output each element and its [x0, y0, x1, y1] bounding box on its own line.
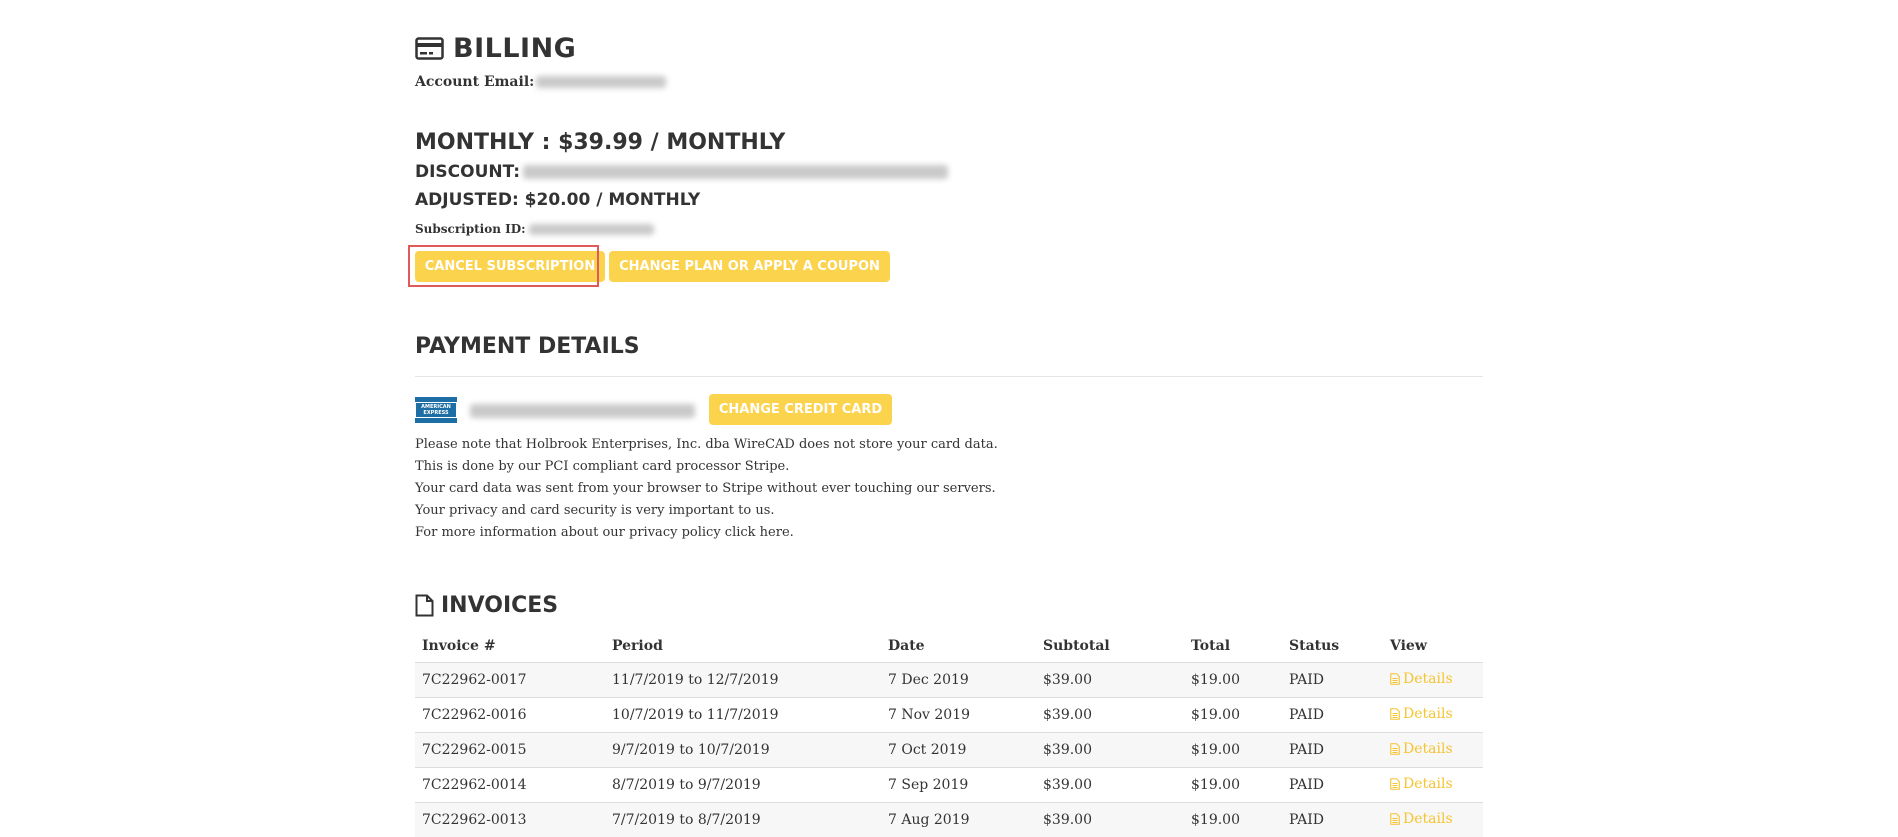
card-number-redacted [470, 404, 695, 418]
table-row: 7C22962-0014 8/7/2019 to 9/7/2019 7 Sep … [415, 768, 1483, 803]
divider [415, 376, 1483, 377]
file-icon [1390, 813, 1400, 825]
account-email-value-redacted [536, 76, 666, 88]
details-label: Details [1403, 706, 1453, 722]
discount-label: DISCOUNT: [415, 162, 520, 182]
file-icon [1390, 673, 1400, 685]
invoice-total: $19.00 [1184, 698, 1282, 733]
invoice-period: 11/7/2019 to 12/7/2019 [605, 663, 881, 698]
amex-logo-text: AMERICAN EXPRESS [415, 402, 457, 418]
invoice-period: 9/7/2019 to 10/7/2019 [605, 733, 881, 768]
table-row: 7C22962-0015 9/7/2019 to 10/7/2019 7 Oct… [415, 733, 1483, 768]
amex-card-logo: AMERICAN EXPRESS [415, 397, 457, 423]
invoice-subtotal: $39.00 [1036, 768, 1184, 803]
invoice-number: 7C22962-0017 [415, 663, 605, 698]
invoice-date: 7 Aug 2019 [881, 803, 1036, 837]
invoice-period: 7/7/2019 to 8/7/2019 [605, 803, 881, 837]
payment-note: This is done by our PCI compliant card p… [415, 456, 998, 478]
invoice-status: PAID [1282, 803, 1383, 837]
cancel-subscription-button[interactable]: CANCEL SUBSCRIPTION [415, 251, 605, 282]
details-label: Details [1403, 776, 1453, 792]
column-header-date[interactable]: Date [881, 629, 1036, 663]
billing-title: BILLING [453, 33, 576, 64]
invoice-number: 7C22962-0014 [415, 768, 605, 803]
details-label: Details [1403, 741, 1453, 757]
subscription-id: Subscription ID: [415, 222, 654, 236]
table-header-row: Invoice # Period Date Subtotal Total Sta… [415, 629, 1483, 663]
subscription-id-label: Subscription ID: [415, 222, 526, 236]
invoice-status: PAID [1282, 698, 1383, 733]
invoices-header: INVOICES [415, 592, 558, 618]
payment-notes: Please note that Holbrook Enterprises, I… [415, 434, 998, 544]
invoice-details-link[interactable]: Details [1390, 706, 1453, 722]
invoice-total: $19.00 [1184, 768, 1282, 803]
payment-note: Your card data was sent from your browse… [415, 478, 998, 500]
invoice-details-link[interactable]: Details [1390, 741, 1453, 757]
column-header-view[interactable]: View [1383, 629, 1483, 663]
table-row: 7C22962-0017 11/7/2019 to 12/7/2019 7 De… [415, 663, 1483, 698]
payment-note: Your privacy and card security is very i… [415, 500, 998, 522]
billing-header: BILLING [415, 32, 576, 64]
invoice-subtotal: $39.00 [1036, 663, 1184, 698]
discount-line: DISCOUNT: [415, 162, 948, 182]
payment-note-privacy[interactable]: For more information about our privacy p… [415, 522, 998, 544]
plan-price: MONTHLY : $39.99 / MONTHLY [415, 130, 785, 155]
invoice-status: PAID [1282, 663, 1383, 698]
invoice-details-link[interactable]: Details [1390, 811, 1453, 827]
discount-value-redacted [523, 165, 948, 179]
invoice-date: 7 Nov 2019 [881, 698, 1036, 733]
invoice-period: 10/7/2019 to 11/7/2019 [605, 698, 881, 733]
invoice-total: $19.00 [1184, 803, 1282, 837]
invoice-period: 8/7/2019 to 9/7/2019 [605, 768, 881, 803]
invoice-total: $19.00 [1184, 663, 1282, 698]
account-email-label: Account Email: [415, 74, 534, 90]
file-icon [1390, 708, 1400, 720]
invoice-number: 7C22962-0015 [415, 733, 605, 768]
payment-details-title: PAYMENT DETAILS [415, 334, 640, 359]
credit-card-icon [415, 37, 444, 60]
change-credit-card-button[interactable]: CHANGE CREDIT CARD [709, 394, 892, 425]
invoice-details-link[interactable]: Details [1390, 776, 1453, 792]
column-header-subtotal[interactable]: Subtotal [1036, 629, 1184, 663]
file-icon [1390, 743, 1400, 755]
invoice-total: $19.00 [1184, 733, 1282, 768]
account-email: Account Email: [415, 74, 666, 90]
invoices-table: Invoice # Period Date Subtotal Total Sta… [415, 629, 1483, 837]
subscription-id-value-redacted [529, 224, 654, 235]
column-header-total[interactable]: Total [1184, 629, 1282, 663]
invoice-status: PAID [1282, 733, 1383, 768]
details-label: Details [1403, 811, 1453, 827]
column-header-period[interactable]: Period [605, 629, 881, 663]
payment-note: Please note that Holbrook Enterprises, I… [415, 434, 998, 456]
column-header-invoice[interactable]: Invoice # [415, 629, 605, 663]
change-plan-button[interactable]: CHANGE PLAN OR APPLY A COUPON [609, 251, 890, 282]
invoice-number: 7C22962-0016 [415, 698, 605, 733]
table-row: 7C22962-0013 7/7/2019 to 8/7/2019 7 Aug … [415, 803, 1483, 837]
invoice-date: 7 Sep 2019 [881, 768, 1036, 803]
file-icon [1390, 778, 1400, 790]
document-icon [415, 594, 434, 617]
invoice-number: 7C22962-0013 [415, 803, 605, 837]
column-header-status[interactable]: Status [1282, 629, 1383, 663]
invoice-date: 7 Oct 2019 [881, 733, 1036, 768]
invoice-date: 7 Dec 2019 [881, 663, 1036, 698]
invoice-subtotal: $39.00 [1036, 698, 1184, 733]
invoice-subtotal: $39.00 [1036, 803, 1184, 837]
adjusted-price: ADJUSTED: $20.00 / MONTHLY [415, 190, 700, 210]
invoices-title: INVOICES [441, 593, 558, 618]
invoice-status: PAID [1282, 768, 1383, 803]
table-row: 7C22962-0016 10/7/2019 to 11/7/2019 7 No… [415, 698, 1483, 733]
details-label: Details [1403, 671, 1453, 687]
invoice-subtotal: $39.00 [1036, 733, 1184, 768]
invoice-details-link[interactable]: Details [1390, 671, 1453, 687]
